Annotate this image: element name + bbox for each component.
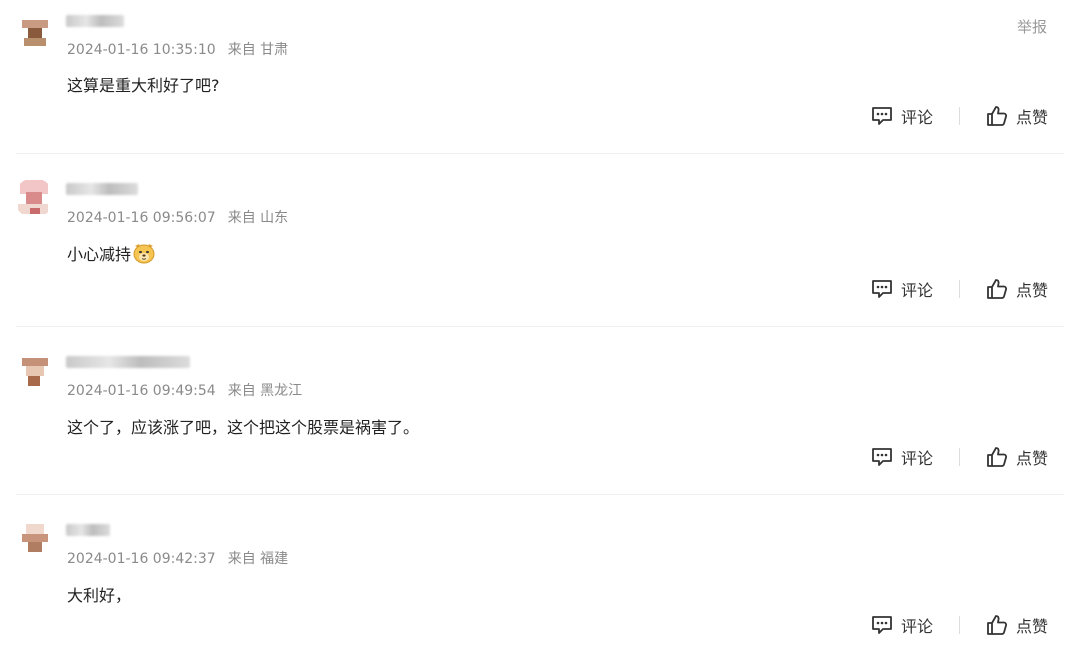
dog-face-emoji-icon — [133, 244, 155, 264]
reply-label: 评论 — [900, 617, 933, 636]
action-divider — [958, 448, 960, 466]
comment-bubble-icon — [872, 107, 892, 125]
comment-time: 2024-01-16 09:56:07 — [67, 210, 216, 226]
reply-button[interactable]: 评论 — [871, 613, 933, 637]
comment-text-row: 小心减持 — [67, 241, 156, 265]
comment-bubble-icon — [872, 280, 892, 298]
comment-text: 大利好， — [67, 586, 132, 605]
avatar[interactable] — [18, 522, 52, 556]
comment-time: 2024-01-16 09:49:54 — [67, 383, 216, 399]
comment-location: 来自 黑龙江 — [227, 383, 303, 399]
like-label: 点赞 — [1015, 449, 1048, 468]
comment-actions: 评论 点赞 — [871, 104, 1048, 128]
thumbs-up-icon — [987, 106, 1008, 126]
username[interactable] — [66, 524, 110, 536]
comment-list: 举报 2024-01-16 10:35:10 来自 甘肃 这算是重大利好了吧? 评… — [0, 0, 1080, 655]
thumbs-up-icon — [987, 279, 1008, 299]
comment-divider — [16, 326, 1064, 327]
thumbs-up-icon — [987, 615, 1008, 635]
action-divider — [958, 616, 960, 634]
username[interactable] — [66, 15, 124, 27]
like-label: 点赞 — [1015, 617, 1048, 636]
comment-location: 来自 甘肃 — [227, 42, 289, 58]
reply-button[interactable]: 评论 — [871, 104, 933, 128]
like-button[interactable]: 点赞 — [986, 445, 1048, 469]
action-divider — [958, 280, 960, 298]
reply-button[interactable]: 评论 — [871, 277, 933, 301]
action-divider — [958, 107, 960, 125]
like-label: 点赞 — [1015, 281, 1048, 300]
comment-location: 来自 山东 — [227, 210, 289, 226]
comment-time: 2024-01-16 09:42:37 — [67, 551, 216, 567]
like-button[interactable]: 点赞 — [986, 104, 1048, 128]
comment-divider — [16, 494, 1064, 495]
username[interactable] — [66, 356, 190, 368]
comment-meta: 2024-01-16 10:35:10 来自 甘肃 — [67, 39, 288, 59]
reply-label: 评论 — [900, 281, 933, 300]
comment-text: 小心减持 — [67, 245, 132, 264]
comment-bubble-icon — [872, 616, 892, 634]
avatar[interactable] — [18, 356, 52, 390]
like-label: 点赞 — [1015, 108, 1048, 127]
comment-bubble-icon — [872, 448, 892, 466]
comment-divider — [16, 153, 1064, 154]
thumbs-up-icon — [987, 447, 1008, 467]
like-button[interactable]: 点赞 — [986, 277, 1048, 301]
comment-actions: 评论 点赞 — [871, 277, 1048, 301]
comment-text: 这个了，应该涨了吧，这个把这个股票是祸害了。 — [67, 418, 420, 437]
like-button[interactable]: 点赞 — [986, 613, 1048, 637]
avatar[interactable] — [14, 178, 54, 218]
avatar[interactable] — [18, 16, 52, 50]
comment-time: 2024-01-16 10:35:10 — [67, 42, 216, 58]
comment-actions: 评论 点赞 — [871, 445, 1048, 469]
comment-meta: 2024-01-16 09:56:07 来自 山东 — [67, 207, 288, 227]
username[interactable] — [66, 183, 138, 195]
report-button[interactable]: 举报 — [1017, 16, 1047, 37]
reply-label: 评论 — [900, 108, 933, 127]
comment-location: 来自 福建 — [227, 551, 289, 567]
comment-meta: 2024-01-16 09:42:37 来自 福建 — [67, 548, 288, 568]
comment-text: 这算是重大利好了吧? — [67, 76, 220, 95]
reply-button[interactable]: 评论 — [871, 445, 933, 469]
comment-meta: 2024-01-16 09:49:54 来自 黑龙江 — [67, 380, 302, 400]
comment-actions: 评论 点赞 — [871, 613, 1048, 637]
reply-label: 评论 — [900, 449, 933, 468]
